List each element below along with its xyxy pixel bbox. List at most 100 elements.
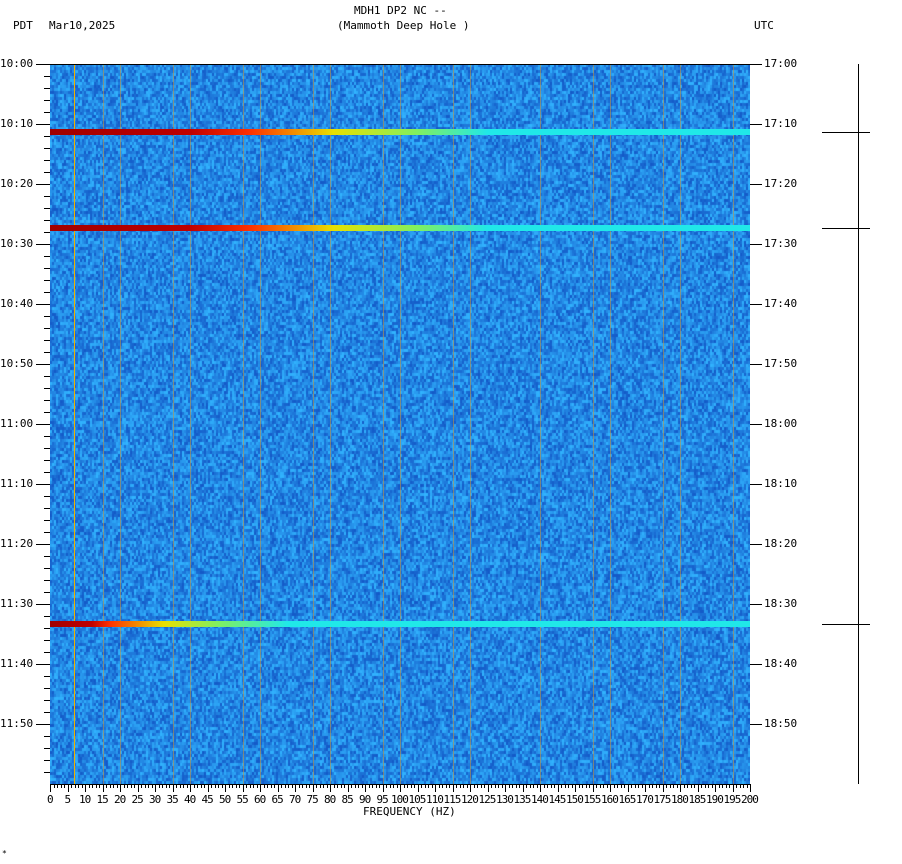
event-band	[50, 225, 750, 231]
x-tick	[162, 784, 163, 788]
y-minor-tick	[44, 292, 50, 293]
x-tick	[232, 784, 233, 788]
x-tick	[635, 784, 636, 788]
x-tick	[621, 784, 622, 788]
x-tick	[54, 784, 55, 788]
y-left-tick	[36, 184, 50, 185]
x-tick-label: 85	[342, 794, 353, 806]
x-tick	[110, 784, 111, 788]
x-tick-label: 160	[601, 794, 618, 806]
x-tick	[673, 784, 674, 788]
x-tick	[474, 784, 475, 788]
x-tick	[225, 784, 226, 792]
x-tick	[113, 784, 114, 788]
y-minor-tick	[44, 472, 50, 473]
x-tick	[750, 784, 751, 792]
x-tick-label: 185	[689, 794, 706, 806]
y-left-tick	[36, 64, 50, 65]
y-minor-tick	[44, 760, 50, 761]
x-tick	[292, 784, 293, 788]
x-tick	[309, 784, 310, 788]
x-tick	[631, 784, 632, 788]
persistent-line	[610, 64, 611, 784]
x-tick	[561, 784, 562, 788]
x-tick	[208, 784, 209, 792]
x-tick	[726, 784, 727, 788]
y-left-tick-label: 10:10	[0, 118, 33, 130]
x-tick	[551, 784, 552, 788]
x-tick	[400, 784, 401, 792]
y-left-tick	[36, 124, 50, 125]
x-tick	[467, 784, 468, 788]
y-right-tick	[750, 604, 762, 605]
x-tick-label: 195	[724, 794, 741, 806]
x-tick	[747, 784, 748, 788]
x-tick	[313, 784, 314, 792]
x-tick	[568, 784, 569, 788]
x-tick	[589, 784, 590, 788]
y-right-tick	[750, 244, 762, 245]
y-minor-tick	[44, 172, 50, 173]
x-tick	[442, 784, 443, 788]
trace-line	[858, 64, 859, 784]
x-tick	[334, 784, 335, 788]
x-tick	[120, 784, 121, 792]
x-tick	[677, 784, 678, 788]
y-right-tick	[750, 124, 762, 125]
y-minor-tick	[44, 436, 50, 437]
y-right-tick-label: 18:20	[764, 538, 797, 550]
persistent-line	[260, 64, 261, 784]
y-minor-tick	[44, 700, 50, 701]
y-right-tick	[750, 724, 762, 725]
persistent-line	[663, 64, 664, 784]
x-tick-label: 55	[237, 794, 248, 806]
x-tick	[638, 784, 639, 788]
y-minor-tick	[44, 460, 50, 461]
y-right-tick-label: 17:50	[764, 358, 797, 370]
x-tick	[82, 784, 83, 788]
x-tick	[491, 784, 492, 788]
x-tick	[722, 784, 723, 788]
persistent-line	[383, 64, 384, 784]
x-tick	[736, 784, 737, 788]
x-tick	[495, 784, 496, 788]
persistent-line	[400, 64, 401, 784]
persistent-line	[330, 64, 331, 784]
x-tick-label: 80	[324, 794, 335, 806]
x-tick	[575, 784, 576, 792]
x-tick-label: 125	[479, 794, 496, 806]
persistent-line	[680, 64, 681, 784]
x-tick	[285, 784, 286, 788]
x-tick	[498, 784, 499, 788]
persistent-line	[593, 64, 594, 784]
x-tick	[698, 784, 699, 792]
x-tick	[204, 784, 205, 788]
x-tick	[600, 784, 601, 788]
x-tick	[463, 784, 464, 788]
y-left-tick-label: 10:50	[0, 358, 33, 370]
y-minor-tick	[44, 220, 50, 221]
x-tick	[418, 784, 419, 792]
y-left-tick	[36, 484, 50, 485]
y-right-tick-label: 17:40	[764, 298, 797, 310]
event-band	[50, 621, 750, 627]
x-tick-label: 140	[531, 794, 548, 806]
persistent-line	[453, 64, 454, 784]
x-tick	[558, 784, 559, 792]
y-right-tick-label: 17:20	[764, 178, 797, 190]
y-minor-tick	[44, 268, 50, 269]
x-tick	[439, 784, 440, 788]
x-tick	[446, 784, 447, 788]
x-tick	[92, 784, 93, 788]
x-tick	[456, 784, 457, 788]
x-tick	[642, 784, 643, 788]
y-right-tick	[750, 664, 762, 665]
x-tick	[264, 784, 265, 788]
y-minor-tick	[44, 628, 50, 629]
y-minor-tick	[44, 256, 50, 257]
x-tick	[712, 784, 713, 788]
x-tick	[705, 784, 706, 788]
x-tick	[733, 784, 734, 792]
x-tick	[607, 784, 608, 788]
y-minor-tick	[44, 736, 50, 737]
